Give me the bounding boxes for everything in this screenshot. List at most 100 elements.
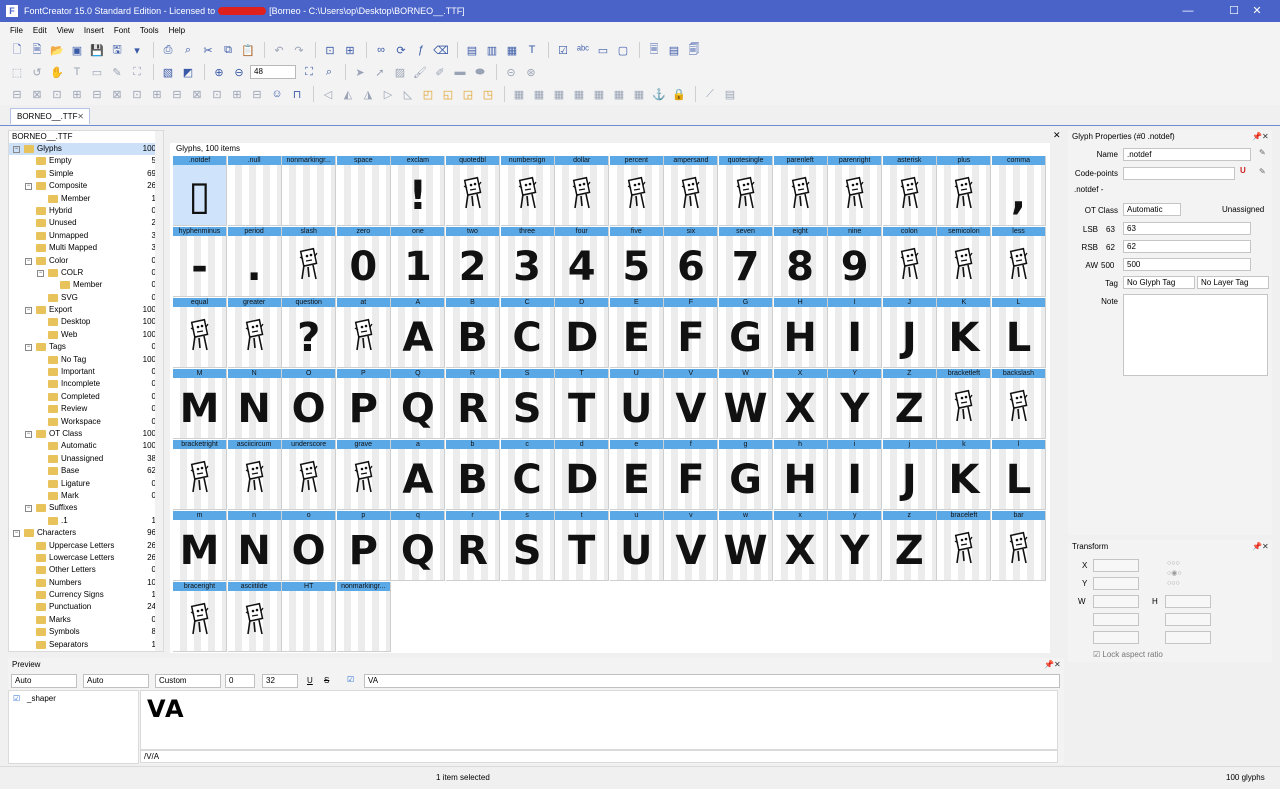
h-field[interactable] [1165, 595, 1211, 608]
rotate-field[interactable] [1093, 631, 1139, 644]
close-window-button[interactable]: ✕ [1234, 0, 1280, 22]
glyph-cell[interactable]: MM [173, 369, 227, 439]
back-icon[interactable]: ⊝ [502, 63, 520, 81]
tree-item[interactable]: Uppercase Letters 26 [9, 540, 163, 552]
glyph-cell[interactable]: three 3 [500, 227, 555, 297]
tree-item[interactable]: Numbers 10 [9, 577, 163, 589]
exclude-icon[interactable]: ◳ [479, 85, 497, 103]
tree-item[interactable]: Simple 69 [9, 168, 163, 180]
union-icon[interactable]: ◰ [419, 85, 437, 103]
tree-item[interactable]: Ligature 0 [9, 478, 163, 490]
expand-toggle-icon[interactable]: − [25, 183, 32, 191]
tree-item[interactable]: Lowercase Letters 26 [9, 552, 163, 564]
knife-icon[interactable]: ▭ [88, 63, 106, 81]
glyph-cell[interactable]: one 1 [391, 227, 446, 297]
zoom-fit-icon[interactable]: ⛶ [300, 63, 318, 81]
otclass-select[interactable]: Automatic [1123, 203, 1181, 216]
y-field[interactable] [1093, 577, 1139, 590]
align-2-icon[interactable]: ⊠ [28, 85, 46, 103]
glyph-cell[interactable]: hH [773, 440, 828, 510]
note-field[interactable] [1123, 294, 1268, 376]
menu-edit[interactable]: Edit [33, 26, 47, 35]
glyph-cell[interactable]: zero 0 [336, 227, 391, 297]
glyph-cell[interactable]: less [992, 227, 1046, 297]
glyph-cell[interactable]: ZZ [882, 369, 937, 439]
tree-item[interactable]: Workspace 0 [9, 416, 163, 428]
menu-insert[interactable]: Insert [84, 26, 104, 35]
insert-glyph-icon[interactable]: ⊡ [321, 41, 339, 59]
function-icon[interactable]: ƒ [412, 41, 430, 59]
anchor-icon[interactable]: ⚓ [650, 85, 668, 103]
tree-item[interactable]: Unmapped 3 [9, 230, 163, 242]
glyph-cell[interactable]: backslash [992, 369, 1046, 439]
save-all-icon[interactable]: 🖫 [108, 41, 126, 59]
link-icon[interactable]: ∞ [372, 41, 390, 59]
glyph-cell[interactable]: rR [446, 511, 500, 581]
glyph-cell[interactable]: braceright [173, 582, 227, 652]
glyph-cell[interactable]: pP [336, 511, 391, 581]
glyph-cell[interactable]: fF [664, 440, 719, 510]
glyph-cell[interactable]: at [336, 298, 391, 368]
glyph-cell[interactable]: yY [828, 511, 883, 581]
grid-5-icon[interactable]: ▦ [590, 85, 608, 103]
align-12-icon[interactable]: ⊞ [228, 85, 246, 103]
tree-item[interactable]: SVG 0 [9, 292, 163, 304]
glyph-cell[interactable]: nonmarkingr... [336, 582, 391, 652]
glyph-cell[interactable]: gG [719, 440, 773, 510]
node-pointer-icon[interactable]: ➚ [371, 63, 389, 81]
copy-icon[interactable]: ⧉ [219, 41, 237, 59]
glyph-cell[interactable]: zZ [882, 511, 937, 581]
find-icon[interactable]: ⌕ [179, 41, 197, 59]
expand-toggle-icon[interactable]: − [37, 269, 44, 277]
glyph-cell[interactable]: GG [719, 298, 773, 368]
align-9-icon[interactable]: ⊟ [168, 85, 186, 103]
menu-view[interactable]: View [57, 26, 74, 35]
forward-icon[interactable]: ⊛ [522, 63, 540, 81]
glyph-cell[interactable]: bar [992, 511, 1046, 581]
refresh-icon[interactable]: ⟳ [392, 41, 410, 59]
glyph-cell[interactable]: aA [391, 440, 446, 510]
measure-icon[interactable]: ⟋ [701, 85, 719, 103]
tree-item[interactable]: Incomplete 0 [9, 378, 163, 390]
open-image-icon[interactable]: ▣ [68, 41, 86, 59]
undo-icon[interactable]: ↶ [270, 41, 288, 59]
tree-scrollbar[interactable] [155, 131, 163, 651]
glyph-cell[interactable]: BB [446, 298, 500, 368]
tree-item[interactable]: Base 62 [9, 465, 163, 477]
lasso-icon[interactable]: ↺ [28, 63, 46, 81]
glyph-cell[interactable]: FF [664, 298, 719, 368]
tree-item[interactable]: − OT Class 100 [9, 428, 163, 440]
glyph-cell[interactable]: VV [664, 369, 719, 439]
preview-pin-icon[interactable]: 📌 [1044, 660, 1054, 669]
flip-5-icon[interactable]: ◺ [399, 85, 417, 103]
glyph-cell[interactable]: parenleft [773, 156, 828, 226]
glyph-cell[interactable]: grave [336, 440, 391, 510]
glyph-cell[interactable]: six 6 [664, 227, 719, 297]
glyph-cell[interactable]: parenright [828, 156, 883, 226]
glyph-cell[interactable]: colon [882, 227, 937, 297]
preview-text-input[interactable]: VA [364, 674, 1060, 688]
spacing-spinner[interactable]: 0 [225, 674, 255, 688]
ellipse-icon[interactable]: ⬬ [471, 63, 489, 81]
edit-codepoints-icon[interactable]: ✎ [1259, 167, 1266, 176]
glyph-cell[interactable]: braceleft [937, 511, 992, 581]
preview-close-icon[interactable]: ✕ [1054, 660, 1061, 669]
glyph-cell[interactable]: DD [555, 298, 610, 368]
glyph-cell[interactable]: mM [173, 511, 227, 581]
layout-icon[interactable]: ▭ [594, 41, 612, 59]
slant-field[interactable] [1165, 631, 1211, 644]
underline-icon[interactable]: U [307, 676, 313, 685]
glyph-cell[interactable]: comma, [992, 156, 1046, 226]
glyph-cell[interactable]: AA [391, 298, 446, 368]
flip-2-icon[interactable]: ◭ [339, 85, 357, 103]
pointer-icon[interactable]: ➤ [351, 63, 369, 81]
glyph-cell[interactable]: cC [500, 440, 555, 510]
rsb-field[interactable]: 62 [1123, 240, 1251, 253]
glyph-cell[interactable]: xX [773, 511, 828, 581]
glyph-cell[interactable]: percent [609, 156, 664, 226]
glyph-cell[interactable]: nonmarkingr... [282, 156, 337, 226]
glyph-cell[interactable]: two 2 [446, 227, 500, 297]
tree-item[interactable]: − COLR 0 [9, 267, 163, 279]
shaper-checkbox[interactable]: ☑ [13, 694, 20, 703]
glyph-cell[interactable]: eE [609, 440, 664, 510]
